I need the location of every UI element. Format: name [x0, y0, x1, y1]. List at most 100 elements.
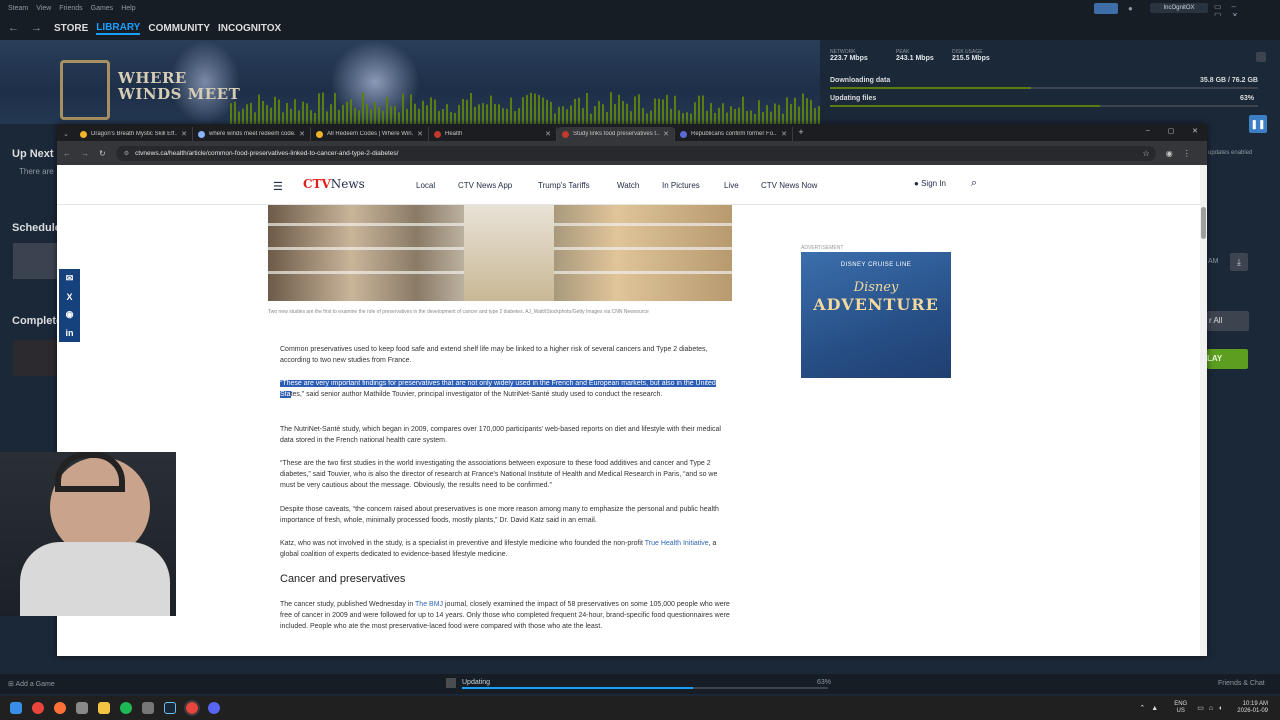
forward-icon[interactable]: → — [81, 149, 89, 158]
graph-bar — [658, 98, 660, 124]
graph-bar — [342, 104, 344, 124]
tab-redeem-code-search[interactable]: where winds meet redeem code... ✕ — [193, 127, 311, 141]
chrome-icon[interactable] — [32, 702, 44, 714]
tab-close-icon[interactable]: ✕ — [417, 130, 423, 138]
nav-community[interactable]: COMMUNITY — [148, 23, 210, 34]
tab-republicans[interactable]: Republicans confirm former Fo... ✕ — [675, 127, 793, 141]
graph-bar — [234, 101, 236, 124]
ctv-news-logo[interactable]: CTVNews — [303, 177, 365, 191]
graph-bar — [574, 98, 576, 124]
url-text[interactable]: ctvnews.ca/health/article/common-food-pr… — [135, 150, 398, 157]
tab-all-redeem-codes[interactable]: All Redeem Codes | Where Win... ✕ — [311, 127, 429, 141]
spotify-icon[interactable] — [120, 702, 132, 714]
search-icon[interactable]: ⌕ — [971, 177, 977, 190]
tab-study-preservatives[interactable]: Study links food preservatives t... ✕ — [557, 127, 675, 141]
settings-gear-icon[interactable] — [1256, 52, 1266, 62]
page-scrollbar[interactable] — [1200, 165, 1207, 656]
nav-local[interactable]: Local — [416, 181, 435, 190]
back-icon[interactable]: ← — [63, 149, 71, 158]
the-bmj-link[interactable]: The BMJ — [415, 601, 443, 608]
peak-stat: PEAK 243.1 Mbps — [896, 49, 934, 62]
graph-bar — [594, 106, 596, 124]
graph-bar — [622, 101, 624, 124]
address-bar-row: ← → ↻ ⚙ ctvnews.ca/health/article/common… — [57, 141, 1207, 165]
scheduled-game-thumb[interactable] — [13, 243, 57, 279]
ctv-webpage: ☰ CTVNews Local CTV News App Trump's Tar… — [57, 165, 1200, 656]
steam-menu-view[interactable]: View — [36, 5, 51, 12]
back-arrow-icon[interactable]: ← — [8, 22, 19, 34]
system-tray-icons[interactable]: ⌃▲ — [1139, 704, 1164, 712]
reload-icon[interactable]: ↻ — [99, 149, 106, 158]
steam-menu-friends[interactable]: Friends — [59, 5, 82, 12]
true-health-initiative-link[interactable]: True Health Initiative — [645, 540, 709, 547]
disney-ad[interactable]: DISNEY CRUISE LINE Disney ADVENTURE — [801, 252, 951, 378]
site-info-icon[interactable]: ⚙ — [124, 150, 129, 157]
nav-library[interactable]: LIBRARY — [96, 22, 141, 35]
app-icon[interactable] — [76, 702, 88, 714]
graph-bar — [794, 97, 796, 124]
extension-icon[interactable]: ◉ — [1166, 149, 1173, 158]
clock[interactable]: 10:19 AM 2026-01-09 — [1237, 701, 1268, 715]
linkedin-share-icon[interactable]: in — [66, 328, 74, 338]
tab-close-icon[interactable]: ✕ — [299, 130, 305, 138]
nav-trumps-tariffs[interactable]: Trump's Tariffs — [538, 181, 590, 190]
clear-all-button[interactable]: r All — [1207, 311, 1249, 331]
schedule-time-text: AM — [1208, 258, 1219, 265]
play-button[interactable]: LAY — [1207, 349, 1248, 369]
language-indicator[interactable]: ENG US — [1174, 701, 1187, 715]
forward-arrow-icon[interactable]: → — [31, 22, 42, 34]
nav-in-pictures[interactable]: In Pictures — [662, 181, 700, 190]
download-icon[interactable]: ⤓ — [1230, 253, 1248, 271]
nav-username[interactable]: INCOGNITOX — [218, 23, 281, 34]
sign-in-button[interactable]: ● Sign In — [914, 179, 946, 188]
close-window-icon[interactable]: ✕ — [1192, 127, 1198, 141]
user-pill[interactable]: IncOgnitOX — [1150, 3, 1208, 13]
nav-live[interactable]: Live — [724, 181, 739, 190]
settings-icon[interactable] — [142, 702, 154, 714]
chrome-active-icon[interactable] — [184, 700, 200, 716]
tab-close-icon[interactable]: ✕ — [181, 130, 187, 138]
reddit-share-icon[interactable]: ◉ — [66, 309, 74, 320]
nav-store[interactable]: STORE — [54, 23, 88, 34]
network-volume-icons[interactable]: ▭⌂◖ — [1197, 704, 1227, 712]
email-share-icon[interactable]: ✉ — [66, 273, 74, 284]
file-explorer-icon[interactable] — [98, 702, 110, 714]
graph-bar — [486, 104, 488, 124]
discord-icon[interactable] — [208, 702, 220, 714]
steam-menu-help[interactable]: Help — [121, 5, 135, 12]
tab-dragons-breath[interactable]: Dragon's Breath Mystic Skill Eff... ✕ — [75, 127, 193, 141]
disk-stat: DISK USAGE 215.5 Mbps — [952, 49, 990, 62]
tab-close-icon[interactable]: ✕ — [545, 130, 551, 138]
maximize-icon[interactable]: ▢ — [1168, 127, 1175, 141]
chrome-window-controls[interactable]: – ▢ ✕ — [1137, 127, 1207, 141]
menu-kebab-icon[interactable]: ⋮ — [1183, 149, 1191, 158]
steam-menu-games[interactable]: Games — [91, 5, 114, 12]
scrollbar-thumb[interactable] — [1201, 207, 1206, 239]
windows-start-icon[interactable] — [10, 702, 22, 714]
tab-close-icon[interactable]: ✕ — [663, 130, 669, 138]
tab-health[interactable]: Health ✕ — [429, 127, 557, 141]
friends-chat-button[interactable]: Friends & Chat — [1218, 680, 1265, 687]
nav-ctv-news-app[interactable]: CTV News App — [458, 181, 512, 190]
steam-menu-steam[interactable]: Steam — [8, 5, 28, 12]
completed-game-thumb[interactable] — [13, 340, 57, 376]
nav-ctv-news-now[interactable]: CTV News Now — [761, 181, 817, 190]
x-share-icon[interactable]: X — [66, 292, 72, 302]
new-tab-button[interactable]: + — [793, 127, 809, 141]
firefox-icon[interactable] — [54, 702, 66, 714]
pause-button[interactable]: ❚❚ — [1249, 115, 1267, 133]
graph-bar — [282, 112, 284, 124]
steam-icon[interactable] — [164, 702, 176, 714]
add-game-button[interactable]: ⊞ Add a Game — [8, 680, 55, 688]
minimize-icon[interactable]: – — [1146, 127, 1150, 141]
bell-icon[interactable]: ● — [1128, 4, 1133, 13]
graph-bar — [338, 109, 340, 124]
bookmark-star-icon[interactable]: ☆ — [1143, 149, 1150, 158]
graph-bar — [570, 105, 572, 124]
hamburger-menu-icon[interactable]: ☰ — [273, 180, 283, 193]
tab-close-icon[interactable]: ✕ — [781, 130, 787, 138]
nav-watch[interactable]: Watch — [617, 181, 639, 190]
tab-search-icon[interactable]: ⌄ — [57, 127, 75, 141]
steam-broadcast-button[interactable] — [1094, 3, 1118, 14]
omnibox[interactable]: ⚙ ctvnews.ca/health/article/common-food-… — [115, 145, 1156, 161]
